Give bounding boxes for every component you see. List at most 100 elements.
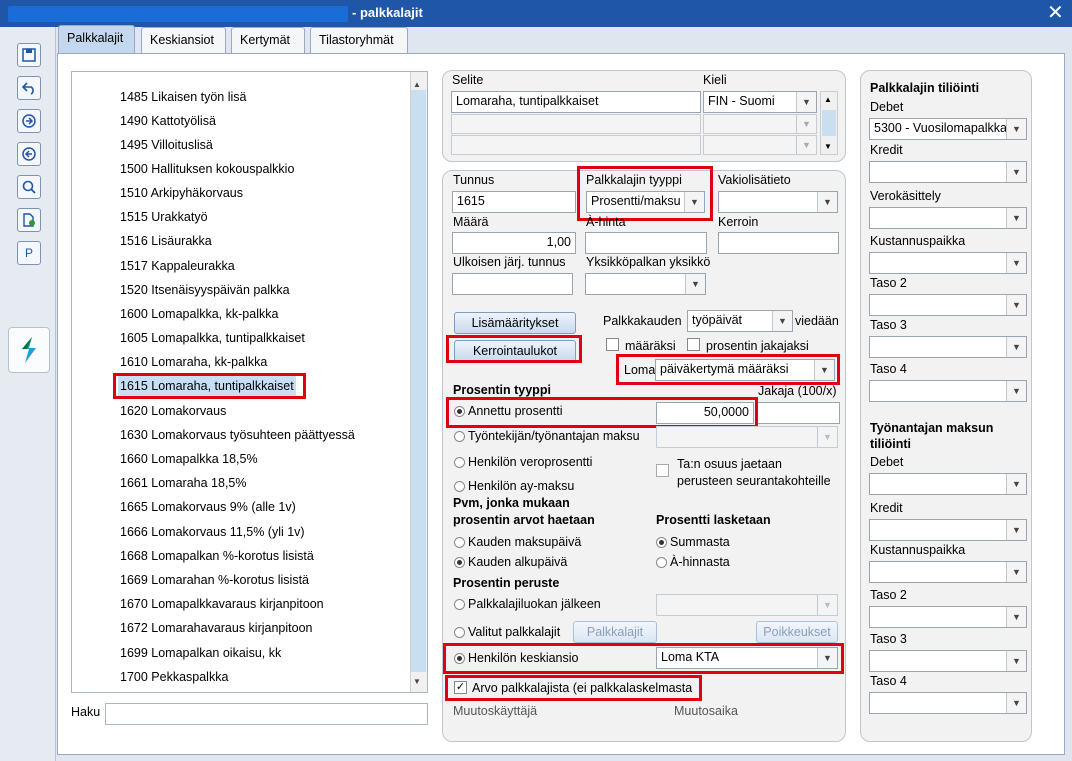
tunnus-input[interactable]: 1615 — [452, 191, 576, 213]
kieli-select-3[interactable]: ▼ — [703, 135, 817, 155]
list-item[interactable]: 1610 Lomaraha, kk-palkka — [120, 352, 267, 372]
chevron-down-icon[interactable]: ▼ — [796, 115, 816, 133]
chevron-down-icon[interactable]: ▼ — [1006, 162, 1026, 182]
jalkeen-select[interactable]: ▼ — [656, 594, 838, 616]
back-icon[interactable] — [17, 142, 41, 166]
kerroin-input[interactable] — [718, 232, 839, 254]
list-item[interactable]: 1490 Kattotyölisä — [120, 111, 216, 131]
list-item[interactable]: 1510 Arkipyhäkorvaus — [120, 183, 243, 203]
p-button[interactable]: P — [17, 241, 41, 265]
undo-icon[interactable] — [17, 76, 41, 100]
list-item[interactable]: 1520 Itsenäisyyspäivän palkka — [120, 280, 290, 300]
save-icon[interactable] — [17, 43, 41, 67]
tab-tilastoryhmat[interactable]: Tilastoryhmät — [310, 27, 408, 53]
verokasittely-select[interactable]: ▼ — [869, 207, 1027, 229]
list-item[interactable]: 1500 Hallituksen kokouspalkkio — [120, 159, 294, 179]
list-item[interactable]: 1670 Lomapalkkavaraus kirjanpitoon — [120, 594, 324, 614]
chevron-down-icon[interactable]: ▼ — [817, 192, 837, 212]
tt-maksu-select[interactable]: ▼ — [656, 426, 838, 448]
chevron-down-icon[interactable]: ▼ — [796, 136, 816, 154]
chevron-down-icon[interactable]: ▼ — [1006, 381, 1026, 401]
chevron-down-icon[interactable]: ▼ — [1006, 607, 1026, 627]
list-item[interactable]: 1661 Lomaraha 18,5% — [120, 473, 246, 493]
chevron-down-icon[interactable]: ▼ — [1006, 474, 1026, 494]
list-item[interactable]: 1669 Lomarahan %-korotus lisistä — [120, 570, 309, 590]
ahinnasta-radio[interactable] — [656, 557, 667, 568]
jakajaksi-checkbox[interactable] — [687, 338, 700, 351]
list-item[interactable]: 1700 Pekkaspalkka — [120, 667, 228, 687]
tab-kertymat[interactable]: Kertymät — [231, 27, 305, 53]
list-item[interactable]: 1516 Lisäurakka — [120, 231, 212, 251]
close-icon[interactable]: ✕ — [1047, 2, 1064, 24]
taso3-select[interactable]: ▼ — [869, 336, 1027, 358]
scroll-up-icon[interactable]: ▲ — [413, 80, 421, 89]
app-logo-icon[interactable] — [8, 327, 50, 373]
selite-scrollbar-thumb[interactable] — [822, 110, 836, 136]
chevron-down-icon[interactable]: ▼ — [1006, 562, 1026, 582]
chevron-down-icon[interactable]: ▼ — [1006, 520, 1026, 540]
list-item[interactable]: 1515 Urakkatyö — [120, 207, 208, 227]
vakio-select[interactable]: ▼ — [718, 191, 838, 213]
forward-icon[interactable] — [17, 109, 41, 133]
ay-maksu-radio[interactable] — [454, 481, 465, 492]
chevron-down-icon[interactable]: ▼ — [1006, 337, 1026, 357]
list-item[interactable]: 1668 Lomapalkan %-korotus lisistä — [120, 546, 314, 566]
ta-debet-select[interactable]: ▼ — [869, 473, 1027, 495]
list-item[interactable]: 1600 Lomapalkka, kk-palkka — [120, 304, 278, 324]
selite-input-2[interactable] — [451, 114, 701, 134]
chevron-down-icon[interactable]: ▼ — [796, 92, 816, 112]
ta-kustannuspaikka-select[interactable]: ▼ — [869, 561, 1027, 583]
maaraksi-checkbox[interactable] — [606, 338, 619, 351]
palkkalajit-button[interactable]: Palkkalajit — [573, 621, 657, 643]
tyopaivat-select[interactable]: työpäivät ▼ — [687, 310, 793, 332]
list-item[interactable]: 1485 Likaisen työn lisä — [120, 87, 246, 107]
poikkeukset-button[interactable]: Poikkeukset — [756, 621, 838, 643]
chevron-down-icon[interactable]: ▼ — [1006, 295, 1026, 315]
chevron-down-icon[interactable]: ▼ — [1006, 651, 1026, 671]
scroll-down-icon[interactable]: ▼ — [413, 677, 421, 686]
list-item[interactable]: 1517 Kappaleurakka — [120, 256, 235, 276]
ta-taso4-select[interactable]: ▼ — [869, 692, 1027, 714]
chevron-down-icon[interactable]: ▼ — [817, 595, 837, 615]
search-icon[interactable] — [17, 175, 41, 199]
valitut-radio[interactable] — [454, 627, 465, 638]
summasta-radio[interactable] — [656, 537, 667, 548]
kieli-select-2[interactable]: ▼ — [703, 114, 817, 134]
taso2-select[interactable]: ▼ — [869, 294, 1027, 316]
scroll-down-icon[interactable]: ▼ — [824, 142, 832, 151]
list-item[interactable]: 1620 Lomakorvaus — [120, 401, 226, 421]
chevron-down-icon[interactable]: ▼ — [685, 274, 705, 294]
chevron-down-icon[interactable]: ▼ — [817, 427, 837, 447]
lisamaaritykset-button[interactable]: Lisämääritykset — [454, 312, 576, 334]
list-scrollbar-thumb[interactable] — [411, 90, 426, 672]
tab-palkkalajit[interactable]: Palkkalajit — [58, 25, 135, 54]
chevron-down-icon[interactable]: ▼ — [1006, 253, 1026, 273]
tab-keskiansiot[interactable]: Keskiansiot — [141, 27, 226, 53]
kustannuspaikka-select[interactable]: ▼ — [869, 252, 1027, 274]
ta-taso2-select[interactable]: ▼ — [869, 606, 1027, 628]
list-item[interactable]: 1630 Lomakorvaus työsuhteen päättyessä — [120, 425, 355, 445]
maara-input[interactable]: 1,00 — [452, 232, 576, 254]
jalkeen-radio[interactable] — [454, 599, 465, 610]
jakaja-input[interactable] — [756, 402, 840, 424]
veroprosentti-radio[interactable] — [454, 457, 465, 468]
chevron-down-icon[interactable]: ▼ — [1006, 119, 1026, 139]
selite-scrollbar[interactable]: ▲ ▼ — [820, 91, 838, 155]
chevron-down-icon[interactable]: ▼ — [1006, 208, 1026, 228]
selite-input-3[interactable] — [451, 135, 701, 155]
list-item[interactable]: 1605 Lomapalkka, tuntipalkkaiset — [120, 328, 305, 348]
scroll-up-icon[interactable]: ▲ — [824, 95, 832, 104]
ulkoinen-input[interactable] — [452, 273, 573, 295]
chevron-down-icon[interactable]: ▼ — [1006, 693, 1026, 713]
ahinta-input[interactable] — [585, 232, 707, 254]
kieli-select-1[interactable]: FIN - Suomi ▼ — [703, 91, 817, 113]
list-item[interactable]: 1665 Lomakorvaus 9% (alle 1v) — [120, 497, 296, 517]
list-item[interactable]: 1672 Lomarahavaraus kirjanpitoon — [120, 618, 313, 638]
new-document-icon[interactable] — [17, 208, 41, 232]
ta-taso3-select[interactable]: ▼ — [869, 650, 1027, 672]
list-item[interactable]: 1495 Villoituslisä — [120, 135, 213, 155]
selite-input-1[interactable]: Lomaraha, tuntipalkkaiset — [451, 91, 701, 113]
taso4-select[interactable]: ▼ — [869, 380, 1027, 402]
list-item[interactable]: 1660 Lomapalkka 18,5% — [120, 449, 258, 469]
alkupaiva-radio[interactable] — [454, 557, 465, 568]
